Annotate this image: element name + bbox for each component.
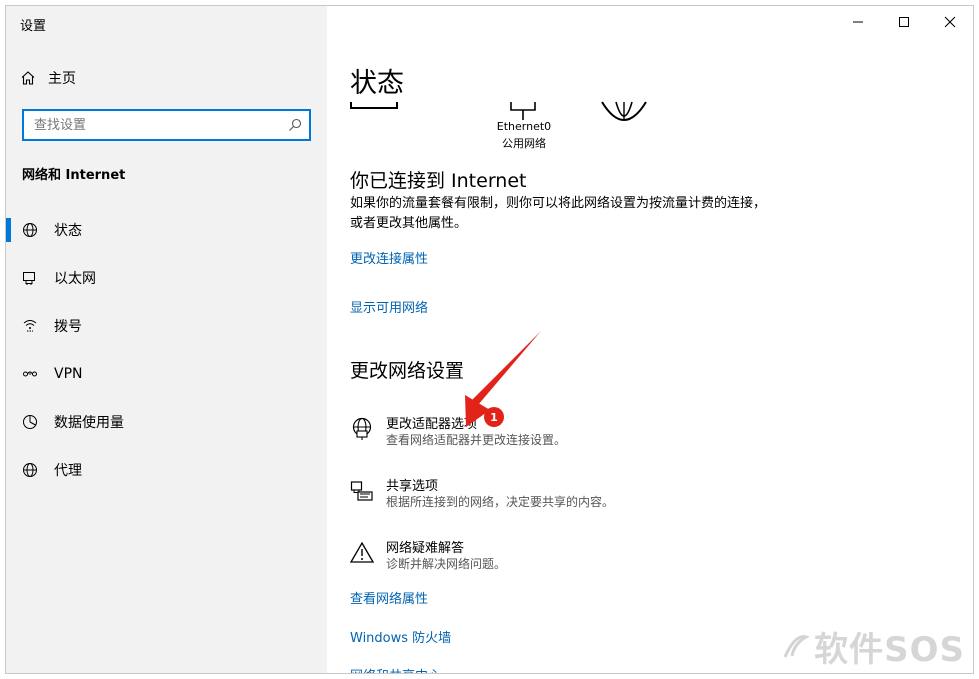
page-title: 状态 [350,68,404,99]
sidebar-item-label: 代理 [54,463,82,479]
globe-icon [22,462,54,478]
sidebar-item-dialup[interactable]: 拨号 [6,302,327,350]
sidebar-item-label: VPN [54,366,83,382]
maximize-icon [899,17,909,27]
sidebar-item-label: 数据使用量 [54,415,124,431]
close-icon [944,16,956,28]
option-title: 共享选项 [386,479,439,494]
window-title: 设置 [20,19,47,34]
sidebar-item-status[interactable]: 状态 [6,206,327,254]
computer-icon [350,102,398,109]
sidebar-item-vpn[interactable]: VPN [6,350,327,398]
vpn-icon [22,366,54,382]
view-network-properties-link[interactable]: 查看网络属性 [350,588,428,607]
settings-window: 设置 主页 网络和 Internet 状态 [5,5,974,674]
close-button[interactable] [927,6,973,38]
search-input[interactable] [24,111,274,139]
search-box[interactable] [22,109,311,141]
option-title: 更改适配器选项 [386,417,478,432]
dialup-icon [22,318,54,334]
status-description: 如果你的流量套餐有限制，则你可以将此网络设置为按流量计费的连接，或者更改其他属性… [350,196,767,231]
maximize-button[interactable] [881,6,927,38]
minimize-icon [853,21,863,23]
globe-icon [22,222,54,238]
sidebar: 设置 主页 网络和 Internet 状态 [6,6,327,673]
windows-firewall-link[interactable]: Windows 防火墙 [350,627,451,646]
sidebar-item-ethernet[interactable]: 以太网 [6,254,327,302]
sidebar-nav: 状态 以太网 拨号 VPN 数据使用量 代理 [6,206,327,494]
show-available-networks-link[interactable]: 显示可用网络 [350,297,428,316]
sidebar-item-label: 拨号 [54,319,82,335]
network-sharing-center-link[interactable]: 网络和共享中心 [350,665,441,673]
caption-buttons [835,6,973,38]
watermark-text: 软件SOS [814,630,965,670]
ethernet-icon [510,102,536,120]
home-icon [20,70,48,86]
option-description: 诊断并解决网络问题。 [386,557,507,571]
warning-icon [349,541,375,565]
adapter-globe-icon [350,417,374,441]
sidebar-section-title: 网络和 Internet [22,168,126,183]
network-type: 公用网络 [502,137,546,150]
sidebar-item-label: 状态 [54,223,82,239]
sharing-icon [350,479,374,503]
home-label: 主页 [48,71,76,87]
option-title: 网络疑难解答 [386,541,465,556]
option-description: 根据所连接到的网络，决定要共享的内容。 [386,495,615,509]
status-heading: 你已连接到 Internet [350,170,527,192]
network-diagram: Ethernet0 公用网络 [350,98,680,158]
watermark: 软件SOS [780,622,965,671]
network-name: Ethernet0 [496,120,552,133]
search-icon[interactable] [287,117,303,137]
sidebar-item-data-usage[interactable]: 数据使用量 [6,398,327,446]
watermark-logo-icon [783,634,810,658]
home-nav-item[interactable]: 主页 [20,66,76,90]
ethernet-icon [22,270,54,286]
minimize-button[interactable] [835,6,881,38]
option-description: 查看网络适配器并更改连接设置。 [386,433,567,447]
data-usage-icon [22,414,54,430]
annotation-badge: 1 [484,407,504,427]
change-network-settings-heading: 更改网络设置 [350,360,465,382]
sidebar-item-label: 以太网 [54,271,96,287]
change-connection-properties-link[interactable]: 更改连接属性 [350,248,428,267]
internet-globe-icon [601,101,647,121]
main-content: 状态 Ethernet0 公用网络 你已连接到 Internet 如果你的流量套… [327,6,973,673]
sidebar-item-proxy[interactable]: 代理 [6,446,327,494]
